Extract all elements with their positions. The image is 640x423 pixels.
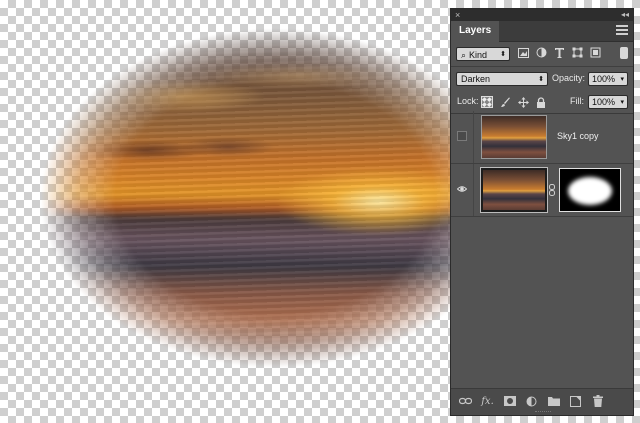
lock-all-icon[interactable]	[535, 96, 547, 108]
visibility-toggle-off[interactable]	[457, 131, 467, 141]
layer-mask-thumbnail[interactable]	[559, 168, 621, 212]
tab-layers[interactable]: Layers	[451, 21, 500, 42]
adjustment-filter-icon[interactable]	[535, 46, 548, 59]
adjustment-layer-icon[interactable]	[525, 394, 538, 408]
blend-mode-select[interactable]: Darken ⬍	[456, 72, 548, 86]
layers-list: Sky1 copy	[451, 111, 633, 381]
chevron-updown-icon: ⬍	[500, 51, 506, 58]
search-icon: ⌕	[461, 50, 467, 60]
lock-paint-brush-icon[interactable]	[499, 96, 511, 108]
bottom-icons: fx.	[459, 394, 604, 408]
panel-tabbar: Layers	[451, 21, 633, 42]
layers-bottom-toolbar: fx.	[451, 388, 633, 415]
opacity-value: 100%	[592, 74, 616, 84]
filter-row: ⌕ Kind ⬍	[451, 42, 633, 66]
chain-link-icon[interactable]	[549, 184, 555, 198]
resize-grip[interactable]	[535, 411, 551, 414]
filter-toggle[interactable]	[620, 47, 628, 59]
layer-row-masked[interactable]	[451, 164, 633, 217]
type-filter-icon[interactable]	[553, 46, 566, 59]
close-icon[interactable]: ×	[455, 9, 460, 21]
panel-titlebar: × ◂◂	[451, 9, 633, 21]
image-filter-icon[interactable]	[517, 46, 530, 59]
link-layers-icon[interactable]	[459, 394, 472, 408]
layer-row-sky1-copy[interactable]: Sky1 copy	[451, 111, 633, 164]
fx-icon[interactable]: fx.	[481, 394, 494, 408]
fill-field[interactable]: 100% ▾	[588, 95, 628, 109]
lock-position-move-icon[interactable]	[517, 96, 529, 108]
smart-object-filter-icon[interactable]	[589, 46, 602, 59]
new-layer-icon[interactable]	[569, 394, 582, 408]
layer-thumbnail	[481, 115, 547, 159]
add-mask-icon[interactable]	[503, 394, 516, 408]
kind-label: Kind	[469, 50, 488, 60]
fill-value: 100%	[592, 97, 616, 107]
new-group-icon[interactable]	[547, 394, 560, 408]
canvas-image-detail	[40, 28, 510, 368]
panel-menu-icon[interactable]	[616, 25, 628, 35]
layer-thumbnail	[480, 167, 548, 213]
chevron-updown-icon: ⬍	[538, 76, 544, 83]
eye-icon[interactable]	[456, 184, 468, 194]
lock-label: Lock:	[457, 96, 479, 106]
filter-icons	[517, 46, 602, 59]
chevron-down-icon: ▾	[620, 76, 624, 83]
lock-transparency-icon[interactable]	[481, 96, 493, 108]
kind-filter-select[interactable]: ⌕ Kind ⬍	[456, 47, 510, 61]
delete-layer-icon[interactable]	[591, 394, 604, 408]
blend-row: Darken ⬍ Opacity: 100% ▾	[451, 66, 633, 91]
opacity-field[interactable]: 100% ▾	[588, 72, 628, 86]
shape-filter-icon[interactable]	[571, 46, 584, 59]
chevron-down-icon: ▾	[620, 99, 624, 106]
layers-panel: × ◂◂ Layers ⌕ Kind ⬍ Darken ⬍ Opacity: 1…	[450, 8, 634, 416]
blend-mode-value: Darken	[461, 74, 491, 84]
collapse-icon[interactable]: ◂◂	[621, 9, 629, 21]
layer-name[interactable]: Sky1 copy	[557, 131, 599, 141]
lock-icons	[481, 96, 547, 108]
opacity-label: Opacity:	[552, 73, 586, 83]
fill-label: Fill:	[570, 96, 584, 106]
